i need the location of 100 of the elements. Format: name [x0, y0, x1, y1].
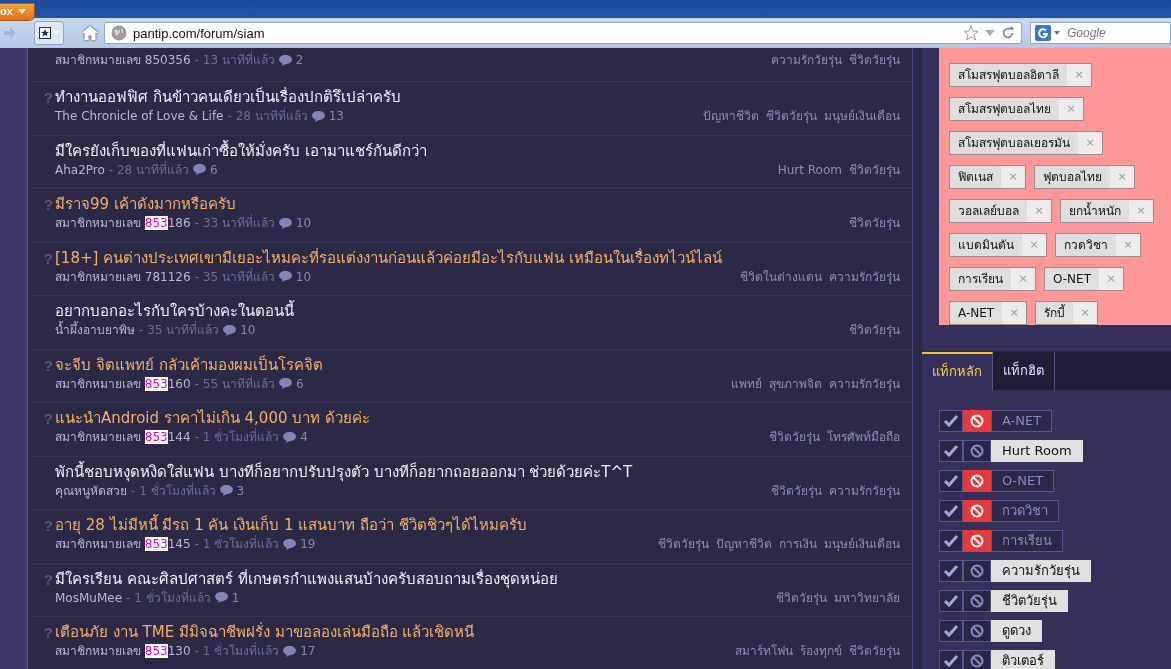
check-button[interactable]: [939, 650, 963, 669]
tag-link[interactable]: ชีวิตวัยรุ่น: [776, 589, 827, 606]
tag-link[interactable]: ดูดวง: [991, 620, 1042, 642]
chip-label[interactable]: ยกน้ำหนัก: [1061, 200, 1129, 222]
tag-link[interactable]: ปัญหาชีวิต: [703, 108, 759, 124]
tag-link[interactable]: ติวเตอร์: [991, 650, 1055, 669]
chip-label[interactable]: รักบี้: [1036, 302, 1074, 324]
remove-button[interactable]: ×: [1099, 268, 1123, 290]
author-link[interactable]: สมาชิกหมายเลข 781126: [55, 268, 191, 285]
remove-button[interactable]: ×: [1027, 200, 1051, 222]
check-button[interactable]: [939, 560, 963, 582]
topic-title-link[interactable]: มีใครยังเก็บของที่แฟนเก่าซื้อให้มั่งครับ เอามาแชร์กันดีกว่า: [55, 141, 900, 160]
tag-link[interactable]: ชีวิตวัยรุ่น: [849, 643, 900, 659]
topic-title-link[interactable]: [18+] คนต่างประเทศเขามีเยอะไหมคะที่รอแต่งงานก่อนแล้วค่อยมีอะไรกับแฟน เหมือนในเรื่องทไวน์ไลน์: [55, 248, 900, 267]
remove-button[interactable]: ×: [1129, 200, 1153, 222]
chip-label[interactable]: A-NET: [950, 302, 1003, 324]
tag-link[interactable]: A-NET: [991, 410, 1053, 432]
tag-link[interactable]: แพทย์: [731, 375, 762, 392]
topic-title-link[interactable]: พักนี้ชอบหงุดหงิดใส่แฟน บางทีก็อยากปรับปรุงตัว บางทีก็อยากถอยออกมา ช่วยด้วยค่ะT^T: [55, 462, 900, 481]
tag-link[interactable]: โทรศัพท์มือถือ: [827, 429, 900, 445]
tag-link[interactable]: ชีวิตวัยรุ่น: [991, 590, 1068, 612]
tag-link[interactable]: สุขภาพจิต: [769, 375, 822, 392]
tag-link[interactable]: ชีวิตวัยรุ่น: [849, 161, 900, 178]
search-field[interactable]: Google: [1030, 22, 1171, 44]
star-icon[interactable]: [963, 25, 979, 41]
tag-link[interactable]: ชีวิตวัยรุ่น: [658, 536, 709, 552]
topic-title-link[interactable]: อายุ 28 ไม่มีหนี้ มีรถ 1 คัน เงินเก็บ 1 แสนบาท ถือว่า ชีวิตชิวๆได้ไหมครับ: [55, 516, 900, 534]
block-button[interactable]: [963, 590, 991, 612]
topic-title-link[interactable]: อยากบอกอะไรกับใครบ้างคะในตอนนี้: [55, 302, 900, 320]
chip-label[interactable]: แบดมินตัน: [950, 234, 1022, 256]
chip-label[interactable]: O-NET: [1045, 268, 1099, 290]
tag-link[interactable]: ปัญหาชีวิต: [716, 536, 772, 552]
check-button[interactable]: [939, 590, 963, 612]
chip-label[interactable]: สโมสรฟุตบอลเยอรมัน: [950, 132, 1078, 154]
tag-link[interactable]: ชีวิตวัยรุ่น: [769, 429, 820, 445]
tab[interactable]: แท็กหลัก: [922, 352, 993, 390]
topic-title-link[interactable]: จะจีบ จิตแพทย์ กลัวเค้ามองผมเป็นโรคจิต: [55, 355, 900, 374]
tag-link[interactable]: กวดวิชา: [991, 500, 1059, 522]
remove-button[interactable]: ×: [1002, 302, 1027, 324]
topic-title-link[interactable]: มีราจ99 เค้าดังมากหรือครับ: [55, 195, 900, 213]
tag-link[interactable]: ชีวิตวัยรุ่น: [771, 482, 822, 499]
topic-title-link[interactable]: แนะนำAndroid ราคาไม่เกิน 4,000 บาท ด้วยค่ะ: [55, 409, 900, 427]
remove-button[interactable]: ×: [1059, 98, 1083, 120]
tag-link[interactable]: การเรียน: [991, 530, 1063, 552]
block-button[interactable]: [963, 560, 991, 582]
menu-button[interactable]: ox: [0, 4, 34, 20]
author-link[interactable]: The Chronicle of Love & Life: [55, 108, 224, 124]
chip-label[interactable]: กวดวิชา: [1056, 234, 1116, 256]
remove-button[interactable]: ×: [1116, 234, 1140, 256]
topic-title-link[interactable]: มีใครเรียน คณะศิลปศาสตร์ ที่เกษตรกำแพงแสนบ้างครับสอบถามเรื่องชุดหน่อย: [55, 569, 900, 588]
chip-label[interactable]: สโมสรฟุตบอลไทย: [950, 98, 1059, 120]
tag-link[interactable]: ชีวิตในต่างแดน: [740, 268, 822, 285]
author-link[interactable]: สมาชิกหมายเลข 853130: [55, 643, 191, 659]
chip-label[interactable]: สโมสรฟุตบอลอิตาลี: [950, 64, 1067, 86]
block-button[interactable]: [963, 500, 991, 522]
check-button[interactable]: [939, 530, 963, 552]
topic-title-link[interactable]: เตือนภัย งาน TME มีมิจฉาชีพฝรั่ง มาขอลองเล่นมือถือ แล้วเชิดหนี: [55, 623, 900, 641]
chip-label[interactable]: ฟิตเนส: [950, 166, 1001, 188]
chip-label[interactable]: การเรียน: [950, 268, 1011, 290]
author-link[interactable]: สมาชิกหมายเลข 853144: [55, 429, 191, 445]
home-icon[interactable]: [82, 26, 98, 40]
author-link[interactable]: คุณหนูหัดสวย: [55, 482, 127, 499]
remove-button[interactable]: ×: [1073, 302, 1098, 324]
author-link[interactable]: MosMuMee: [55, 589, 123, 606]
chip-label[interactable]: วอลเลย์บอล: [950, 200, 1027, 222]
block-button[interactable]: [963, 530, 991, 552]
tag-link[interactable]: การเงิน: [779, 536, 817, 552]
search-engine-icon[interactable]: [1035, 25, 1061, 41]
tag-link[interactable]: สมาร์ทโฟน: [735, 643, 793, 659]
block-button[interactable]: [963, 470, 991, 492]
author-link[interactable]: สมาชิกหมายเลข 853145: [55, 536, 191, 552]
tag-link[interactable]: ความรักวัยรุ่น: [829, 482, 900, 499]
block-button[interactable]: [963, 440, 991, 462]
author-link[interactable]: สมาชิกหมายเลข 850356: [55, 52, 191, 68]
tag-link[interactable]: ความรักวัยรุ่น: [829, 375, 900, 392]
bookmarks-button[interactable]: [34, 21, 64, 45]
tag-link[interactable]: ความรักวัยรุ่น: [991, 560, 1091, 582]
remove-button[interactable]: ×: [1110, 166, 1134, 188]
remove-button[interactable]: ×: [1011, 268, 1035, 290]
tag-link[interactable]: ความรักวัยรุ่น: [829, 268, 900, 285]
tag-link[interactable]: ชีวิตวัยรุ่น: [849, 322, 900, 338]
remove-button[interactable]: ×: [1078, 132, 1102, 154]
tag-link[interactable]: ชีวิตวัยรุ่น: [766, 108, 817, 124]
author-link[interactable]: น้ำผึ้งอาบยาพิษ: [55, 322, 135, 338]
check-button[interactable]: [939, 440, 963, 462]
check-button[interactable]: [939, 410, 963, 432]
author-link[interactable]: สมาชิกหมายเลข 853186: [55, 215, 191, 231]
tag-link[interactable]: O-NET: [991, 470, 1055, 492]
block-button[interactable]: [963, 410, 991, 432]
block-button[interactable]: [963, 620, 991, 642]
check-button[interactable]: [939, 470, 963, 492]
tag-link[interactable]: ความรักวัยรุ่น: [771, 52, 842, 68]
tag-link[interactable]: มนุษย์เงินเดือน: [824, 108, 900, 124]
check-button[interactable]: [939, 500, 963, 522]
tag-link[interactable]: มหาวิทยาลัย: [834, 589, 900, 606]
tag-link[interactable]: ชีวิตวัยรุ่น: [849, 52, 900, 68]
tab[interactable]: แท็กฮิต: [993, 352, 1055, 390]
tag-link[interactable]: ชีวิตวัยรุ่น: [849, 215, 900, 231]
remove-button[interactable]: ×: [1001, 166, 1025, 188]
check-button[interactable]: [939, 620, 963, 642]
